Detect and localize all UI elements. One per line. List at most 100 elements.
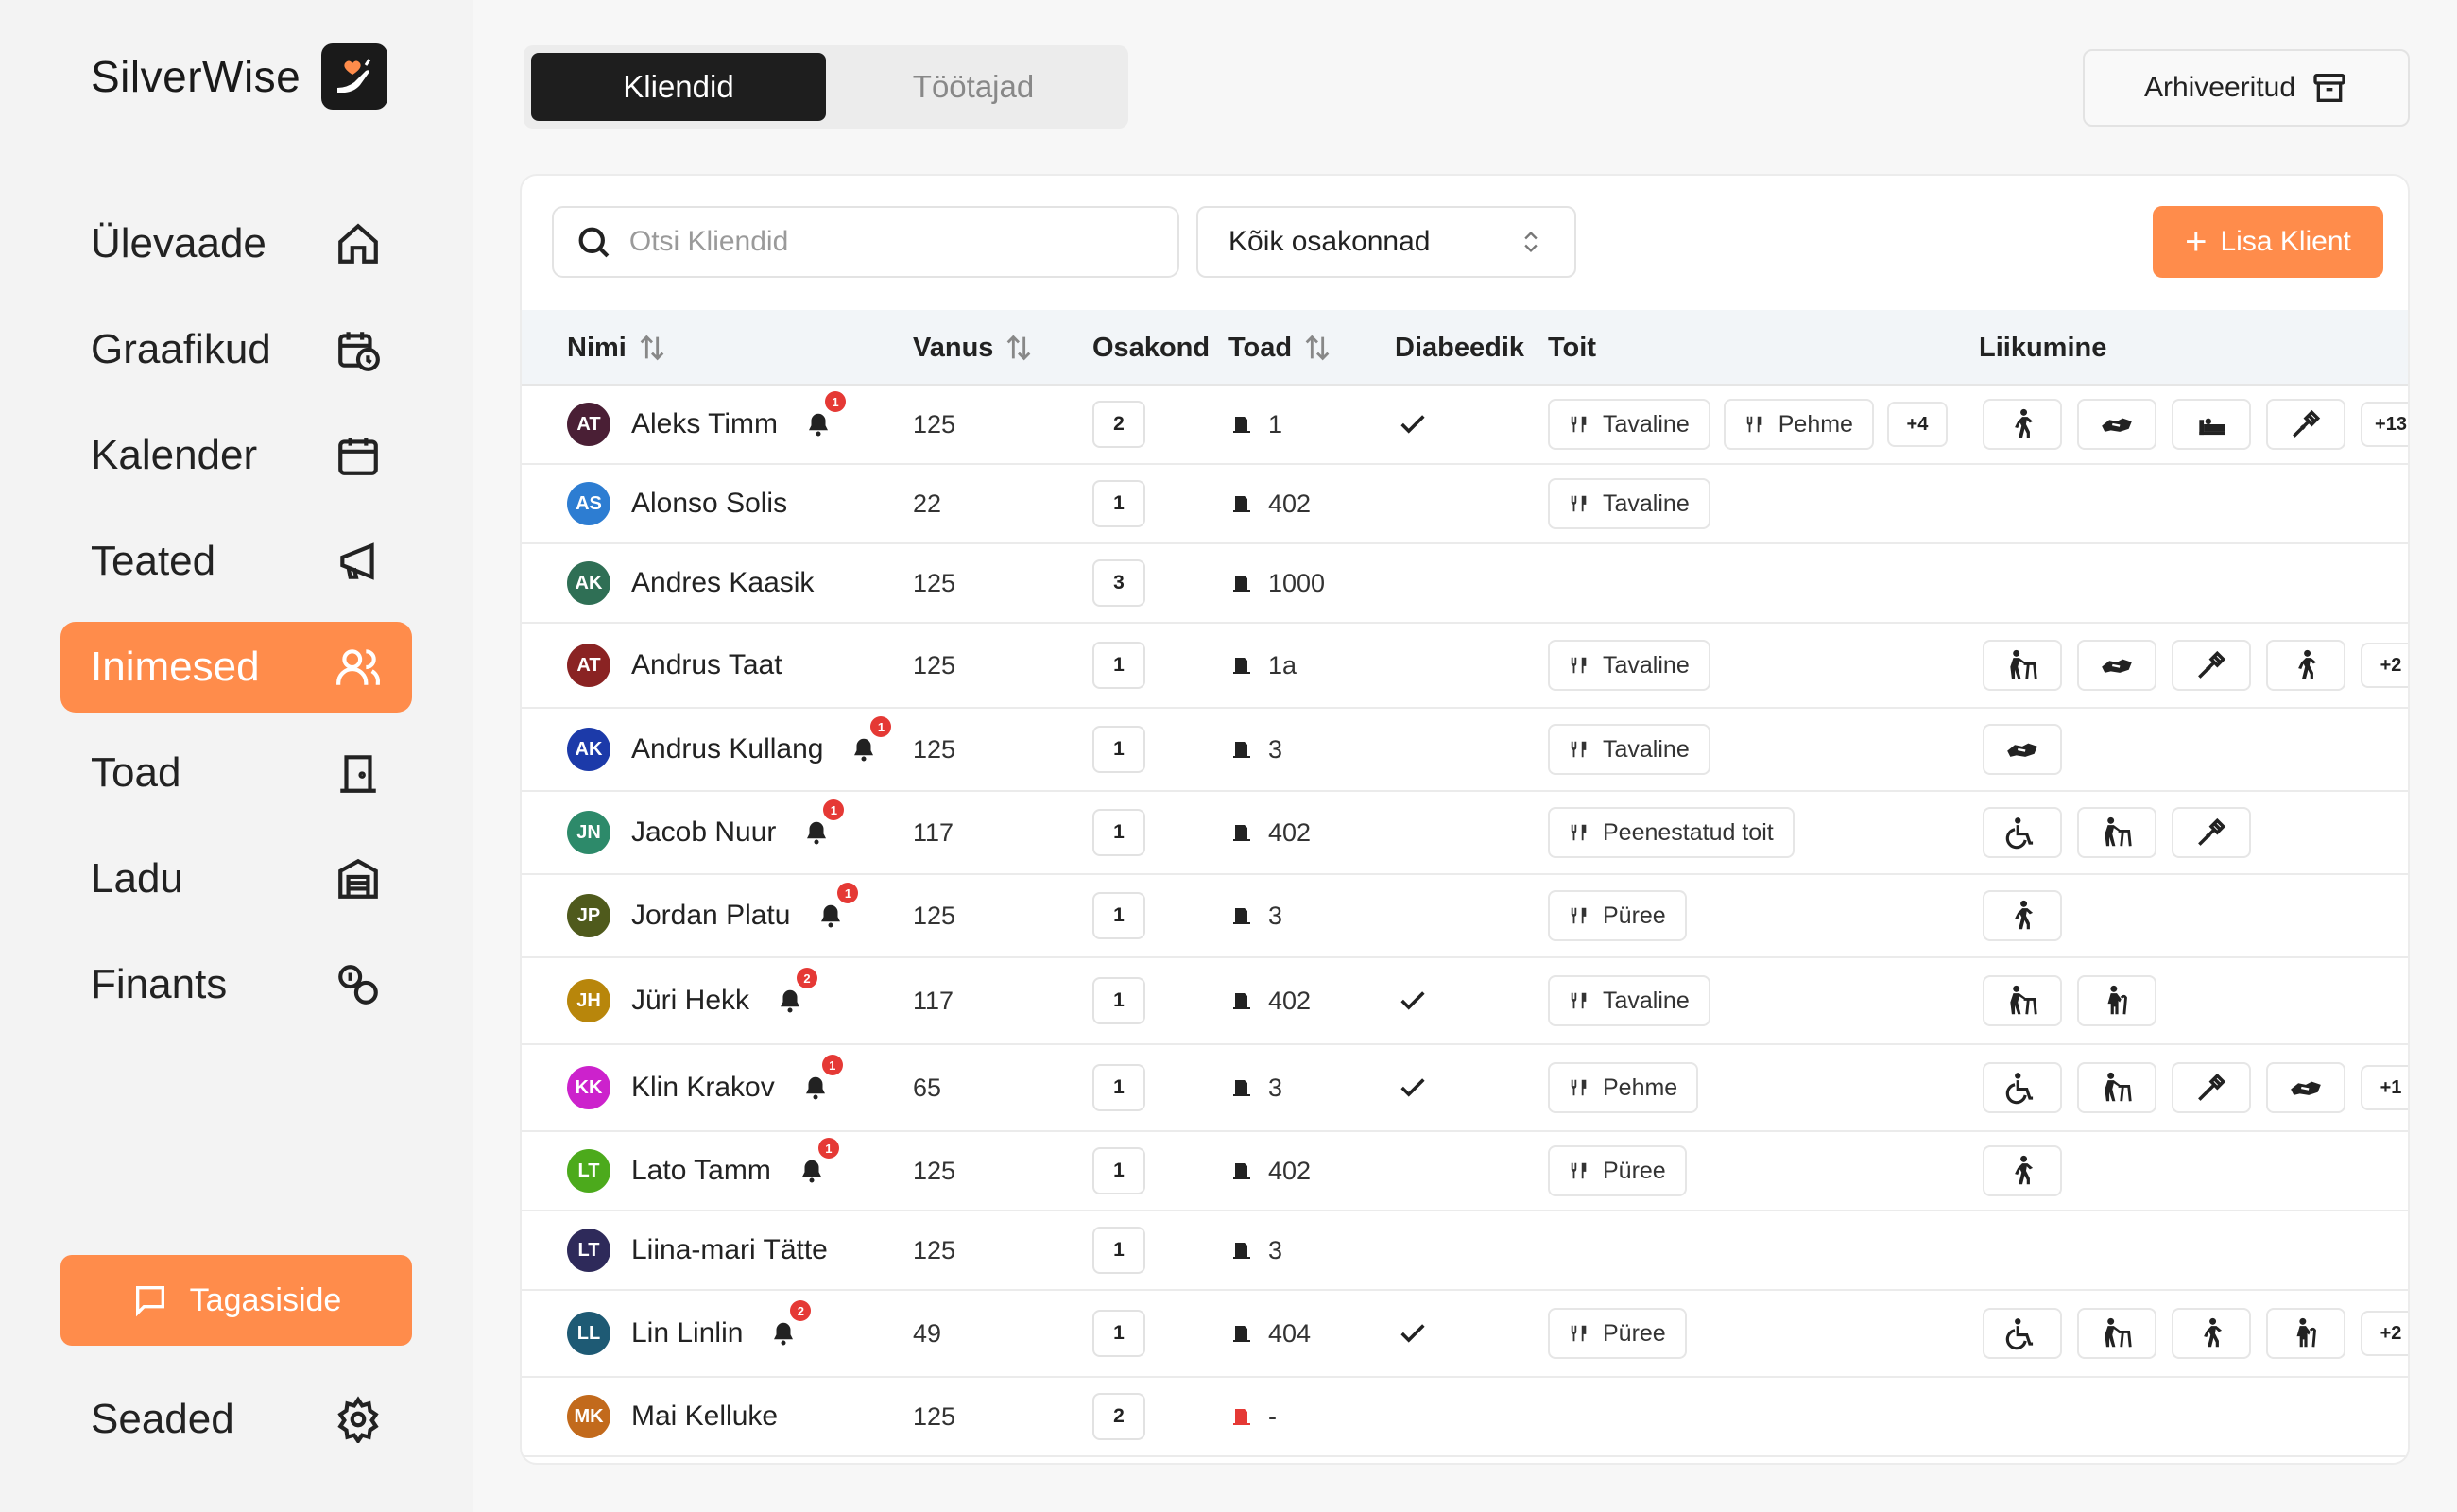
department-select[interactable]: Kõik osakonnad <box>1196 206 1576 278</box>
crutch-icon[interactable] <box>2266 399 2345 450</box>
client-name[interactable]: Jüri Hekk <box>631 985 749 1017</box>
food-tag[interactable]: Püree <box>1548 1145 1687 1196</box>
movement-more-button[interactable]: +13 <box>2361 402 2408 447</box>
client-name[interactable]: Jordan Platu <box>631 900 790 932</box>
table-row[interactable]: JN Jacob Nuur 1 117 1 402 Peenestatud toit <box>522 792 2408 875</box>
crutch-icon[interactable] <box>2172 807 2251 858</box>
food-tag[interactable]: Tavaline <box>1548 975 1710 1026</box>
food-tag[interactable]: Püree <box>1548 890 1687 941</box>
nav-item-toad[interactable]: Toad <box>60 728 412 818</box>
column-header-room[interactable]: Toad <box>1228 310 1333 386</box>
table-row[interactable]: AK Andrus Kullang 1 125 1 3 Tavaline <box>522 709 2408 792</box>
room-number: 3 <box>1268 1073 1283 1102</box>
settings-button[interactable]: Seaded <box>60 1374 412 1465</box>
nav-item-inimesed[interactable]: Inimesed <box>60 622 412 713</box>
bell-icon[interactable]: 1 <box>798 1138 839 1185</box>
add-client-button[interactable]: + Lisa Klient <box>2153 206 2383 278</box>
client-name[interactable]: Lin Linlin <box>631 1317 743 1349</box>
table-row[interactable]: KK Klin Krakov 1 65 1 3 Pehme +1 <box>522 1045 2408 1132</box>
assisting-hand-icon[interactable] <box>2266 1062 2345 1113</box>
wheelchair-icon[interactable] <box>1983 1308 2062 1359</box>
room-cell: 3 <box>1230 709 1282 790</box>
client-name[interactable]: Lato Tamm <box>631 1155 771 1187</box>
food-tag[interactable]: Peenestatud toit <box>1548 807 1795 858</box>
check-icon <box>1397 958 1429 1043</box>
table-row[interactable]: AK Andres Kaasik 125 3 1000 <box>522 544 2408 624</box>
wheelchair-icon[interactable] <box>1983 1062 2062 1113</box>
tab-tootajad[interactable]: Töötajad <box>826 53 1121 121</box>
walking-person-icon[interactable] <box>1983 890 2062 941</box>
table-row[interactable]: AS Alonso Solis 22 1 402 Tavaline <box>522 465 2408 544</box>
brand-logo[interactable]: SilverWise <box>91 43 388 110</box>
client-name[interactable]: Alonso Solis <box>631 488 787 520</box>
walker-icon[interactable] <box>1983 975 2062 1026</box>
movement-more-button[interactable]: +1 <box>2361 1065 2408 1110</box>
bell-icon[interactable]: 1 <box>801 1055 843 1102</box>
assisting-hand-icon[interactable] <box>2077 399 2156 450</box>
client-name[interactable]: Liina-mari Tätte <box>631 1234 828 1266</box>
table-row[interactable]: MK Mai Kelluke 125 2 - <box>522 1378 2408 1457</box>
bell-icon[interactable]: 2 <box>769 1300 812 1348</box>
walker-icon[interactable] <box>2077 1308 2156 1359</box>
food-tag[interactable]: Püree <box>1548 1308 1687 1359</box>
food-more-button[interactable]: +4 <box>1886 402 1948 447</box>
wheelchair-icon[interactable] <box>1983 807 2062 858</box>
table-row[interactable]: LL Lin Linlin 2 49 1 404 Püree +2 <box>522 1291 2408 1378</box>
client-name[interactable]: Klin Krakov <box>631 1072 775 1104</box>
age-cell: 117 <box>913 986 954 1015</box>
room-cell: 402 <box>1230 1132 1311 1210</box>
bell-icon[interactable]: 1 <box>816 883 859 930</box>
client-name[interactable]: Mai Kelluke <box>631 1400 778 1433</box>
crutch-icon[interactable] <box>2172 1062 2251 1113</box>
feedback-button[interactable]: Tagasiside <box>60 1255 412 1346</box>
walker-icon[interactable] <box>2077 807 2156 858</box>
food-tag[interactable]: Tavaline <box>1548 399 1710 450</box>
nav-item-finants[interactable]: Finants <box>60 939 412 1030</box>
table-row[interactable]: JH Jüri Hekk 2 117 1 402 Tavaline <box>522 958 2408 1045</box>
food-tag[interactable]: Tavaline <box>1548 724 1710 775</box>
nav-item-kalender[interactable]: Kalender <box>60 410 412 501</box>
movement-more-button[interactable]: +2 <box>2361 1311 2408 1356</box>
nav-item-teated[interactable]: Teated <box>60 516 412 607</box>
bell-icon[interactable]: 2 <box>776 968 818 1015</box>
table-row[interactable]: LT Lato Tamm 1 125 1 402 Püree <box>522 1132 2408 1211</box>
bed-icon[interactable] <box>2172 399 2251 450</box>
client-name[interactable]: Andrus Kullang <box>631 733 823 765</box>
column-header-age[interactable]: Vanus <box>913 310 1035 386</box>
cane-icon[interactable] <box>2077 975 2156 1026</box>
food-tag[interactable]: Tavaline <box>1548 640 1710 691</box>
walker-icon[interactable] <box>1983 640 2062 691</box>
walking-person-icon[interactable] <box>2266 640 2345 691</box>
bell-icon[interactable]: 1 <box>850 716 892 764</box>
cane-icon[interactable] <box>2266 1308 2345 1359</box>
table-row[interactable]: AT Aleks Timm 1 125 2 1 Tavaline Pehme +4 +13 <box>522 386 2408 465</box>
bell-icon[interactable]: 1 <box>802 799 845 847</box>
movement-more-button[interactable]: +2 <box>2361 643 2408 688</box>
nav-item-ladu[interactable]: Ladu <box>60 833 412 924</box>
tab-kliendid[interactable]: Kliendid <box>531 53 826 121</box>
walking-person-icon[interactable] <box>1983 1145 2062 1196</box>
client-name[interactable]: Andres Kaasik <box>631 567 814 599</box>
food-tag[interactable]: Tavaline <box>1548 478 1710 529</box>
walking-person-icon[interactable] <box>2172 1308 2251 1359</box>
nav-item-ulevaade[interactable]: Ülevaade <box>60 198 412 289</box>
client-name[interactable]: Aleks Timm <box>631 408 778 440</box>
assisting-hand-icon[interactable] <box>1983 724 2062 775</box>
age-cell: 22 <box>913 489 942 518</box>
assisting-hand-icon[interactable] <box>2077 640 2156 691</box>
crutch-icon[interactable] <box>2172 640 2251 691</box>
food-tag[interactable]: Pehme <box>1548 1062 1699 1113</box>
food-tag[interactable]: Pehme <box>1723 399 1874 450</box>
table-row[interactable]: AT Andrus Taat 125 1 1a Tavaline +2 <box>522 624 2408 709</box>
search-input[interactable] <box>628 226 1157 258</box>
column-header-name[interactable]: Nimi <box>567 310 668 386</box>
walker-icon[interactable] <box>2077 1062 2156 1113</box>
client-name[interactable]: Andrus Taat <box>631 649 782 681</box>
nav-item-graafikud[interactable]: Graafikud <box>60 304 412 395</box>
table-row[interactable]: LT Liina-mari Tätte 125 1 3 <box>522 1211 2408 1291</box>
client-name[interactable]: Jacob Nuur <box>631 816 776 849</box>
bell-icon[interactable]: 1 <box>804 391 847 438</box>
archive-button[interactable]: Arhiveeritud <box>2083 49 2410 127</box>
walking-person-icon[interactable] <box>1983 399 2062 450</box>
table-row[interactable]: JP Jordan Platu 1 125 1 3 Püree <box>522 875 2408 958</box>
